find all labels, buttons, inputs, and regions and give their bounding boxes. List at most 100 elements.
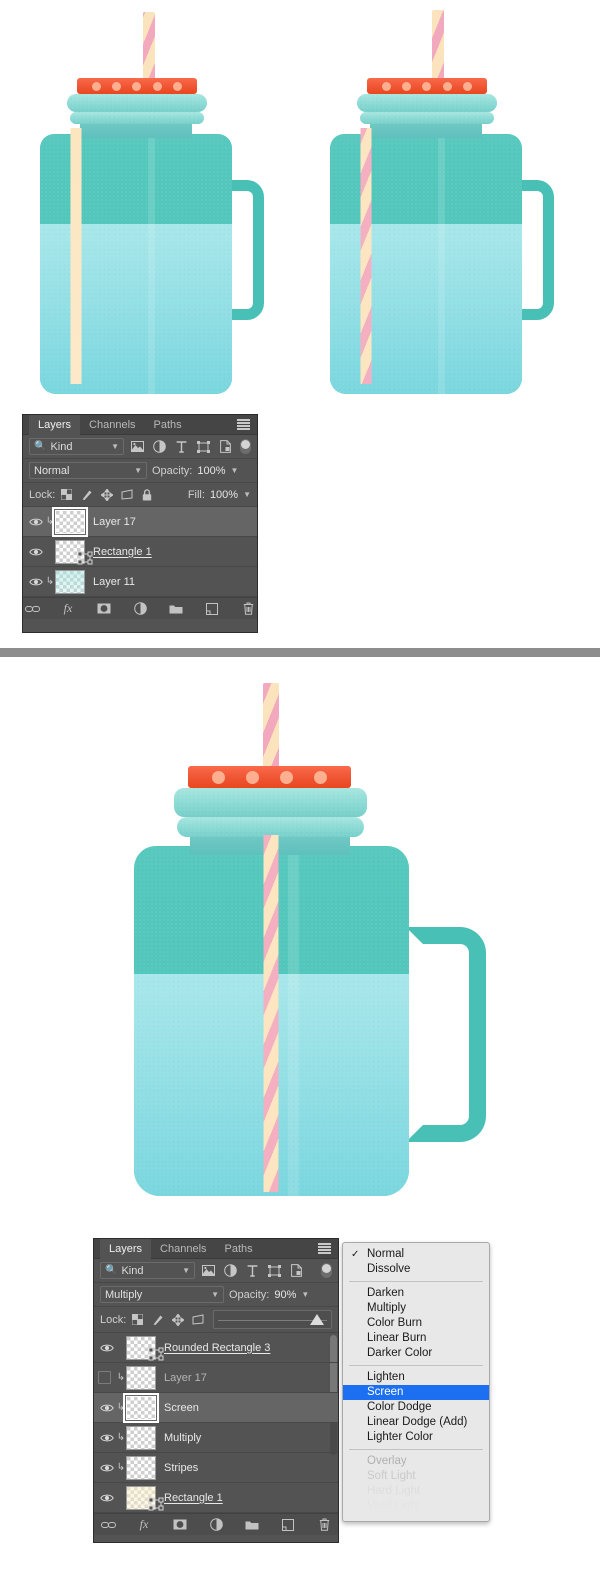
panel-tabs[interactable]: Layers Channels Paths: [23, 414, 257, 435]
add-layer-mask-icon[interactable]: [172, 1517, 189, 1532]
blend-option-lighter-color[interactable]: Lighter Color: [343, 1430, 489, 1445]
filter-row[interactable]: 🔍 Kind ▼: [94, 1259, 338, 1283]
layer-row[interactable]: ↳ Multiply: [94, 1423, 338, 1453]
lock-row[interactable]: Lock:: [94, 1307, 338, 1333]
layer-name[interactable]: Layer 11: [93, 576, 135, 588]
layer-thumbnail[interactable]: [55, 569, 85, 594]
layer-thumbnail[interactable]: [126, 1425, 156, 1450]
blend-mode-select[interactable]: Normal ▼: [29, 462, 147, 479]
new-layer-icon[interactable]: [204, 601, 221, 616]
link-layers-icon[interactable]: [100, 1517, 117, 1532]
blend-option-darken[interactable]: Darken: [343, 1286, 489, 1301]
opacity-value[interactable]: 100%: [197, 465, 225, 477]
layer-row[interactable]: Rectangle 1: [23, 537, 257, 567]
layer-visibility-eye-icon[interactable]: [98, 1394, 116, 1422]
lock-artboard-icon[interactable]: [191, 1312, 204, 1327]
layer-visibility-eye-icon[interactable]: [27, 508, 45, 536]
layer-style-fx-icon[interactable]: fx: [136, 1517, 153, 1532]
blend-option-lighten[interactable]: Lighten: [343, 1370, 489, 1385]
opacity-chevron-down-icon[interactable]: ▼: [301, 1290, 309, 1299]
filter-row[interactable]: 🔍 Kind ▼: [23, 435, 257, 459]
layer-name[interactable]: Rectangle 1: [93, 546, 152, 558]
blend-option-darker-color[interactable]: Darker Color: [343, 1346, 489, 1361]
blend-option-linear-dodge[interactable]: Linear Dodge (Add): [343, 1415, 489, 1430]
filter-enable-toggle[interactable]: [240, 439, 251, 454]
blend-option-overlay[interactable]: Overlay: [343, 1454, 489, 1469]
lock-all-icon[interactable]: [140, 487, 153, 502]
layer-name[interactable]: Rounded Rectangle 3: [164, 1342, 270, 1354]
blend-opacity-row[interactable]: Normal ▼ Opacity: 100% ▼: [23, 459, 257, 483]
add-layer-mask-icon[interactable]: [96, 601, 113, 616]
layer-row[interactable]: ↳ Layer 17: [23, 506, 257, 537]
layer-visibility-eye-icon[interactable]: [98, 1454, 116, 1482]
layer-thumbnail[interactable]: [126, 1335, 164, 1360]
lock-image-pixels-icon[interactable]: [151, 1312, 164, 1327]
layer-name[interactable]: Screen: [164, 1402, 199, 1414]
layer-visibility-eye-icon[interactable]: [98, 1364, 116, 1392]
layer-thumbnail[interactable]: [126, 1485, 164, 1510]
shape-filter-icon[interactable]: [266, 1263, 283, 1278]
lock-position-icon[interactable]: [100, 487, 113, 502]
filter-kind-select[interactable]: 🔍 Kind ▼: [29, 438, 124, 455]
layer-visibility-eye-icon[interactable]: [98, 1484, 116, 1512]
opacity-value[interactable]: 90%: [274, 1289, 296, 1301]
fill-value[interactable]: 100%: [210, 489, 238, 501]
lock-icons-group[interactable]: [60, 487, 153, 502]
link-layers-icon[interactable]: [24, 601, 41, 616]
layer-visibility-eye-icon[interactable]: [27, 538, 45, 566]
pixel-filter-icon[interactable]: [200, 1263, 217, 1278]
fill-chevron-down-icon[interactable]: ▼: [243, 490, 251, 499]
layer-name[interactable]: Rectangle 1: [164, 1492, 223, 1504]
blend-option-color-burn[interactable]: Color Burn: [343, 1316, 489, 1331]
panel-bottom-toolbar[interactable]: fx: [23, 597, 257, 619]
blend-opacity-row[interactable]: Multiply ▼ Opacity: 90% ▼: [94, 1283, 338, 1307]
blend-option-multiply[interactable]: Multiply: [343, 1301, 489, 1316]
shape-filter-icon[interactable]: [195, 439, 212, 454]
layer-thumbnail[interactable]: [52, 506, 88, 537]
delete-layer-icon[interactable]: [240, 601, 257, 616]
lock-fill-row[interactable]: Lock: Fill: 100% ▼: [23, 483, 257, 507]
blend-option-linear-burn[interactable]: Linear Burn: [343, 1331, 489, 1346]
new-group-icon[interactable]: [244, 1517, 261, 1532]
new-adjustment-layer-icon[interactable]: [132, 601, 149, 616]
layer-row[interactable]: ↳ Layer 11: [23, 567, 257, 597]
tab-layers[interactable]: Layers: [29, 414, 81, 435]
layer-thumbnail[interactable]: [126, 1455, 156, 1480]
blend-option-hard-light[interactable]: Hard Light: [343, 1484, 489, 1499]
adjustment-filter-icon[interactable]: [222, 1263, 239, 1278]
blend-option-soft-light[interactable]: Soft Light: [343, 1469, 489, 1484]
blend-option-vivid-light[interactable]: Vivid Light: [343, 1499, 489, 1514]
layer-row[interactable]: ↳ Layer 17: [94, 1363, 338, 1393]
lock-transparent-pixels-icon[interactable]: [131, 1312, 144, 1327]
lock-position-icon[interactable]: [171, 1312, 184, 1327]
layer-name[interactable]: Multiply: [164, 1432, 201, 1444]
lock-artboard-icon[interactable]: [120, 487, 133, 502]
tab-paths[interactable]: Paths: [145, 415, 191, 435]
delete-layer-icon[interactable]: [316, 1517, 333, 1532]
pixel-filter-icon[interactable]: [129, 439, 146, 454]
layer-name[interactable]: Stripes: [164, 1462, 198, 1474]
opacity-slider-thumb[interactable]: [310, 1314, 324, 1325]
panel-tabs[interactable]: Layers Channels Paths: [94, 1238, 338, 1259]
blend-option-dissolve[interactable]: Dissolve: [343, 1262, 489, 1277]
layer-row[interactable]: Rounded Rectangle 3: [94, 1333, 338, 1363]
smart-object-filter-icon[interactable]: [217, 439, 234, 454]
layer-name[interactable]: Layer 17: [164, 1372, 207, 1384]
filter-kind-select[interactable]: 🔍 Kind ▼: [100, 1262, 195, 1279]
new-layer-icon[interactable]: [280, 1517, 297, 1532]
blend-option-normal[interactable]: Normal: [343, 1247, 489, 1262]
layers-panel-one[interactable]: Layers Channels Paths 🔍 Kind ▼ Normal ▼ …: [22, 414, 258, 633]
opacity-chevron-down-icon[interactable]: ▼: [231, 466, 239, 475]
layer-visibility-eye-icon[interactable]: [98, 1334, 116, 1362]
lock-icons-group[interactable]: [131, 1312, 204, 1327]
tab-channels[interactable]: Channels: [80, 415, 144, 435]
layers-panel-two[interactable]: Layers Channels Paths 🔍 Kind ▼ Multiply …: [93, 1238, 339, 1543]
opacity-slider[interactable]: [213, 1310, 332, 1329]
blend-option-color-dodge[interactable]: Color Dodge: [343, 1400, 489, 1415]
type-filter-icon[interactable]: [173, 439, 190, 454]
tab-layers[interactable]: Layers: [100, 1238, 152, 1259]
layer-thumbnail[interactable]: [55, 539, 93, 564]
layer-row[interactable]: ↳ Stripes: [94, 1453, 338, 1483]
tab-channels[interactable]: Channels: [151, 1239, 215, 1259]
adjustment-filter-icon[interactable]: [151, 439, 168, 454]
